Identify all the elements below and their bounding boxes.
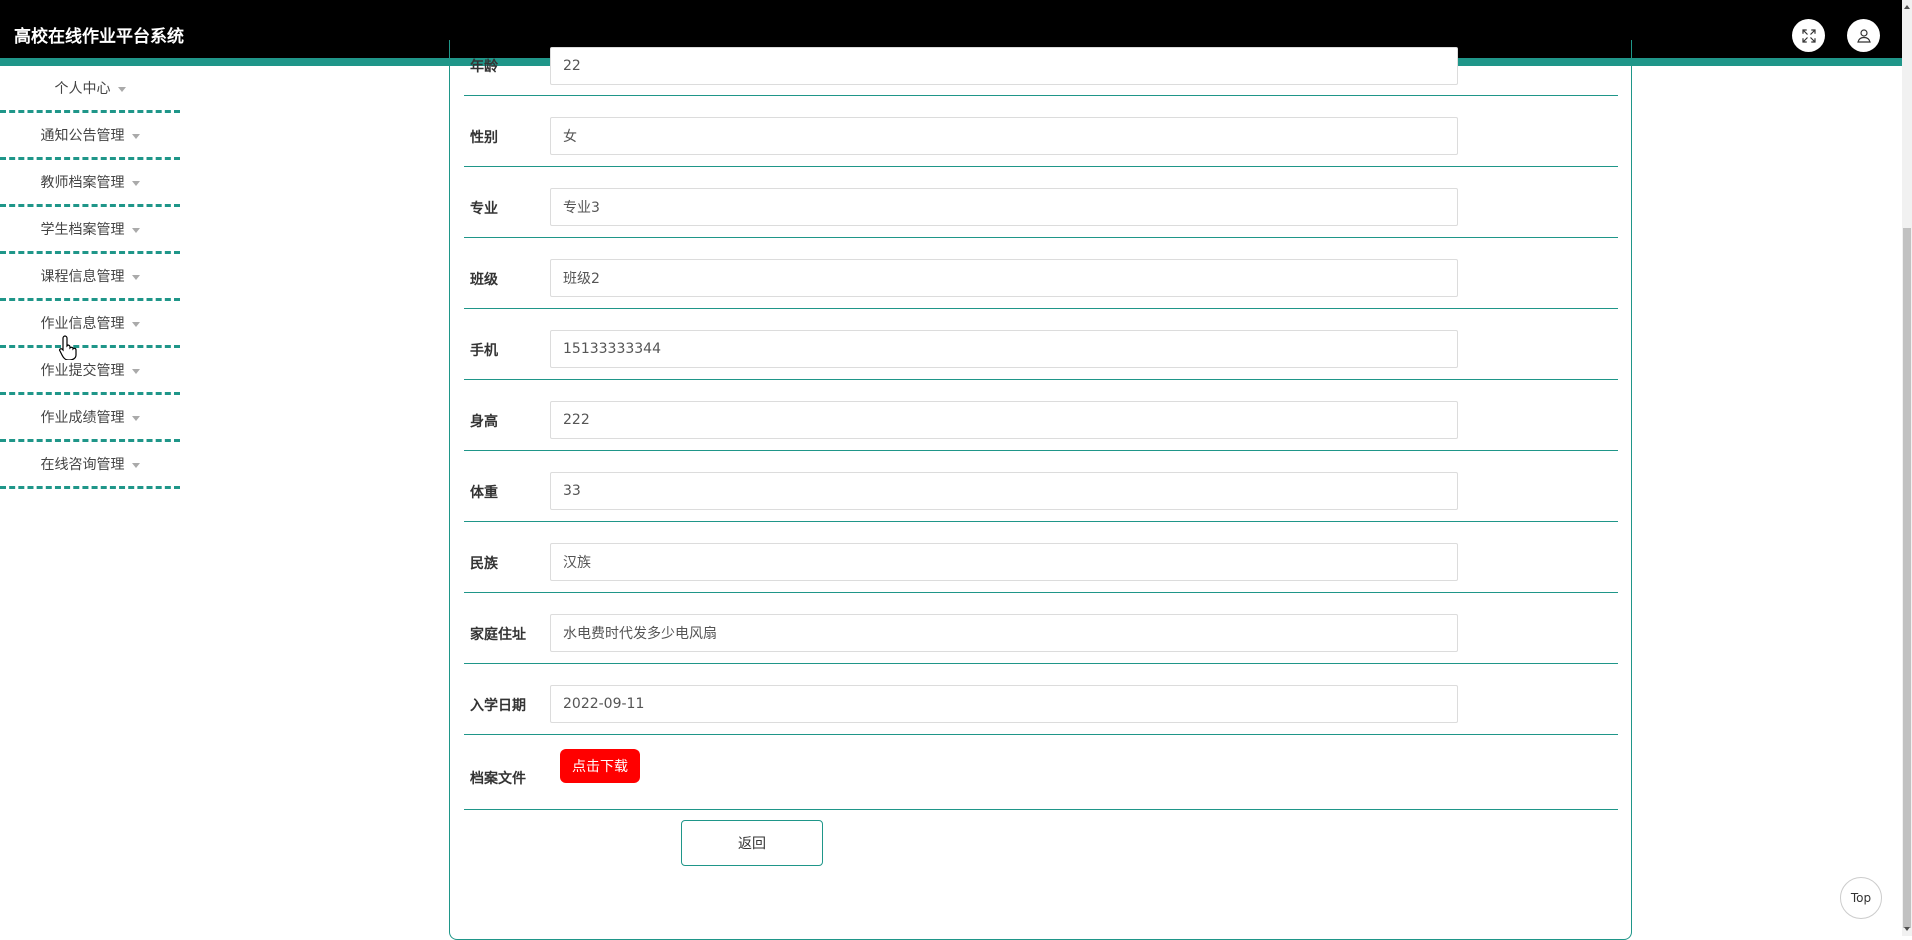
caret-down-icon <box>131 462 140 468</box>
caret-down-icon <box>131 180 140 186</box>
sidebar-item-homework-grade[interactable]: 作业成绩管理 <box>0 395 180 442</box>
field-input[interactable]: 33 <box>550 472 1458 510</box>
field-label: 年龄 <box>470 59 498 75</box>
scroll-down-icon[interactable] <box>1902 924 1912 934</box>
back-to-top-button[interactable]: Top <box>1840 877 1882 919</box>
sidebar-item-personal-center[interactable]: 个人中心 <box>0 66 180 113</box>
field-input[interactable]: 班级2 <box>550 259 1458 297</box>
sidebar-item-label: 作业成绩管理 <box>40 410 125 426</box>
field-label: 民族 <box>470 556 498 572</box>
scroll-up-icon[interactable] <box>1902 2 1912 12</box>
sidebar-item-homework-submit[interactable]: 作业提交管理 <box>0 348 180 395</box>
field-row-height: 身高 222 <box>464 379 1618 451</box>
field-label: 身高 <box>470 414 498 430</box>
sidebar-item-notice[interactable]: 通知公告管理 <box>0 113 180 160</box>
field-row-class: 班级 班级2 <box>464 237 1618 309</box>
back-button[interactable]: 返回 <box>681 820 823 866</box>
field-row-archive-file: 档案文件 点击下载 <box>464 734 1618 810</box>
field-input[interactable]: 水电费时代发多少电风扇 <box>550 614 1458 652</box>
user-icon <box>1856 28 1871 43</box>
field-row-age: 年龄 22 <box>464 47 1618 96</box>
field-row-ethnicity: 民族 汉族 <box>464 521 1618 593</box>
caret-down-icon <box>131 274 140 280</box>
field-label: 班级 <box>470 272 498 288</box>
caret-down-icon <box>131 133 140 139</box>
field-input[interactable]: 女 <box>550 117 1458 155</box>
sidebar-item-label: 作业信息管理 <box>40 316 125 332</box>
field-row-gender: 性别 女 <box>464 95 1618 167</box>
field-input[interactable]: 专业3 <box>550 188 1458 226</box>
field-row-address: 家庭住址 水电费时代发多少电风扇 <box>464 592 1618 664</box>
sidebar-item-label: 教师档案管理 <box>40 175 125 191</box>
scrollbar-thumb[interactable] <box>1903 228 1911 928</box>
hand-cursor-icon <box>59 335 77 360</box>
field-row-enroll-date: 入学日期 2022-09-11 <box>464 663 1618 735</box>
field-label: 家庭住址 <box>470 627 526 643</box>
sidebar-item-label: 课程信息管理 <box>40 269 125 285</box>
field-label: 入学日期 <box>470 698 526 714</box>
field-row-major: 专业 专业3 <box>464 166 1618 238</box>
field-row-weight: 体重 33 <box>464 450 1618 522</box>
field-label: 档案文件 <box>470 771 526 787</box>
sidebar-item-teacher-archive[interactable]: 教师档案管理 <box>0 160 180 207</box>
caret-down-icon <box>117 86 126 92</box>
sidebar-item-label: 在线咨询管理 <box>40 457 125 473</box>
field-label: 性别 <box>470 130 498 146</box>
sidebar-item-course-info[interactable]: 课程信息管理 <box>0 254 180 301</box>
app-title: 高校在线作业平台系统 <box>14 27 184 47</box>
caret-down-icon <box>131 415 140 421</box>
field-input[interactable]: 22 <box>550 47 1458 85</box>
fullscreen-icon <box>1801 28 1816 43</box>
sidebar-item-label: 作业提交管理 <box>40 363 125 379</box>
field-label: 体重 <box>470 485 498 501</box>
field-input[interactable]: 汉族 <box>550 543 1458 581</box>
sidebar-item-student-archive[interactable]: 学生档案管理 <box>0 207 180 254</box>
sidebar-item-label: 通知公告管理 <box>40 128 125 144</box>
download-button[interactable]: 点击下载 <box>560 749 640 783</box>
field-label: 专业 <box>470 201 498 217</box>
field-input[interactable]: 2022-09-11 <box>550 685 1458 723</box>
caret-down-icon <box>131 321 140 327</box>
sidebar-item-consult[interactable]: 在线咨询管理 <box>0 442 180 489</box>
field-row-phone: 手机 15133333344 <box>464 308 1618 380</box>
caret-down-icon <box>131 368 140 374</box>
sidebar-item-label: 学生档案管理 <box>40 222 125 238</box>
field-label: 手机 <box>470 343 498 359</box>
field-input[interactable]: 15133333344 <box>550 330 1458 368</box>
user-button[interactable] <box>1847 19 1880 52</box>
page-scrollbar[interactable] <box>1902 0 1912 936</box>
fullscreen-button[interactable] <box>1792 19 1825 52</box>
caret-down-icon <box>131 227 140 233</box>
sidebar-item-label: 个人中心 <box>54 81 111 97</box>
sidebar-item-homework-info[interactable]: 作业信息管理 <box>0 301 180 348</box>
sidebar-menu: 个人中心 通知公告管理 教师档案管理 学生档案管理 课程信息管理 作业信息管理 … <box>0 66 180 489</box>
field-input[interactable]: 222 <box>550 401 1458 439</box>
